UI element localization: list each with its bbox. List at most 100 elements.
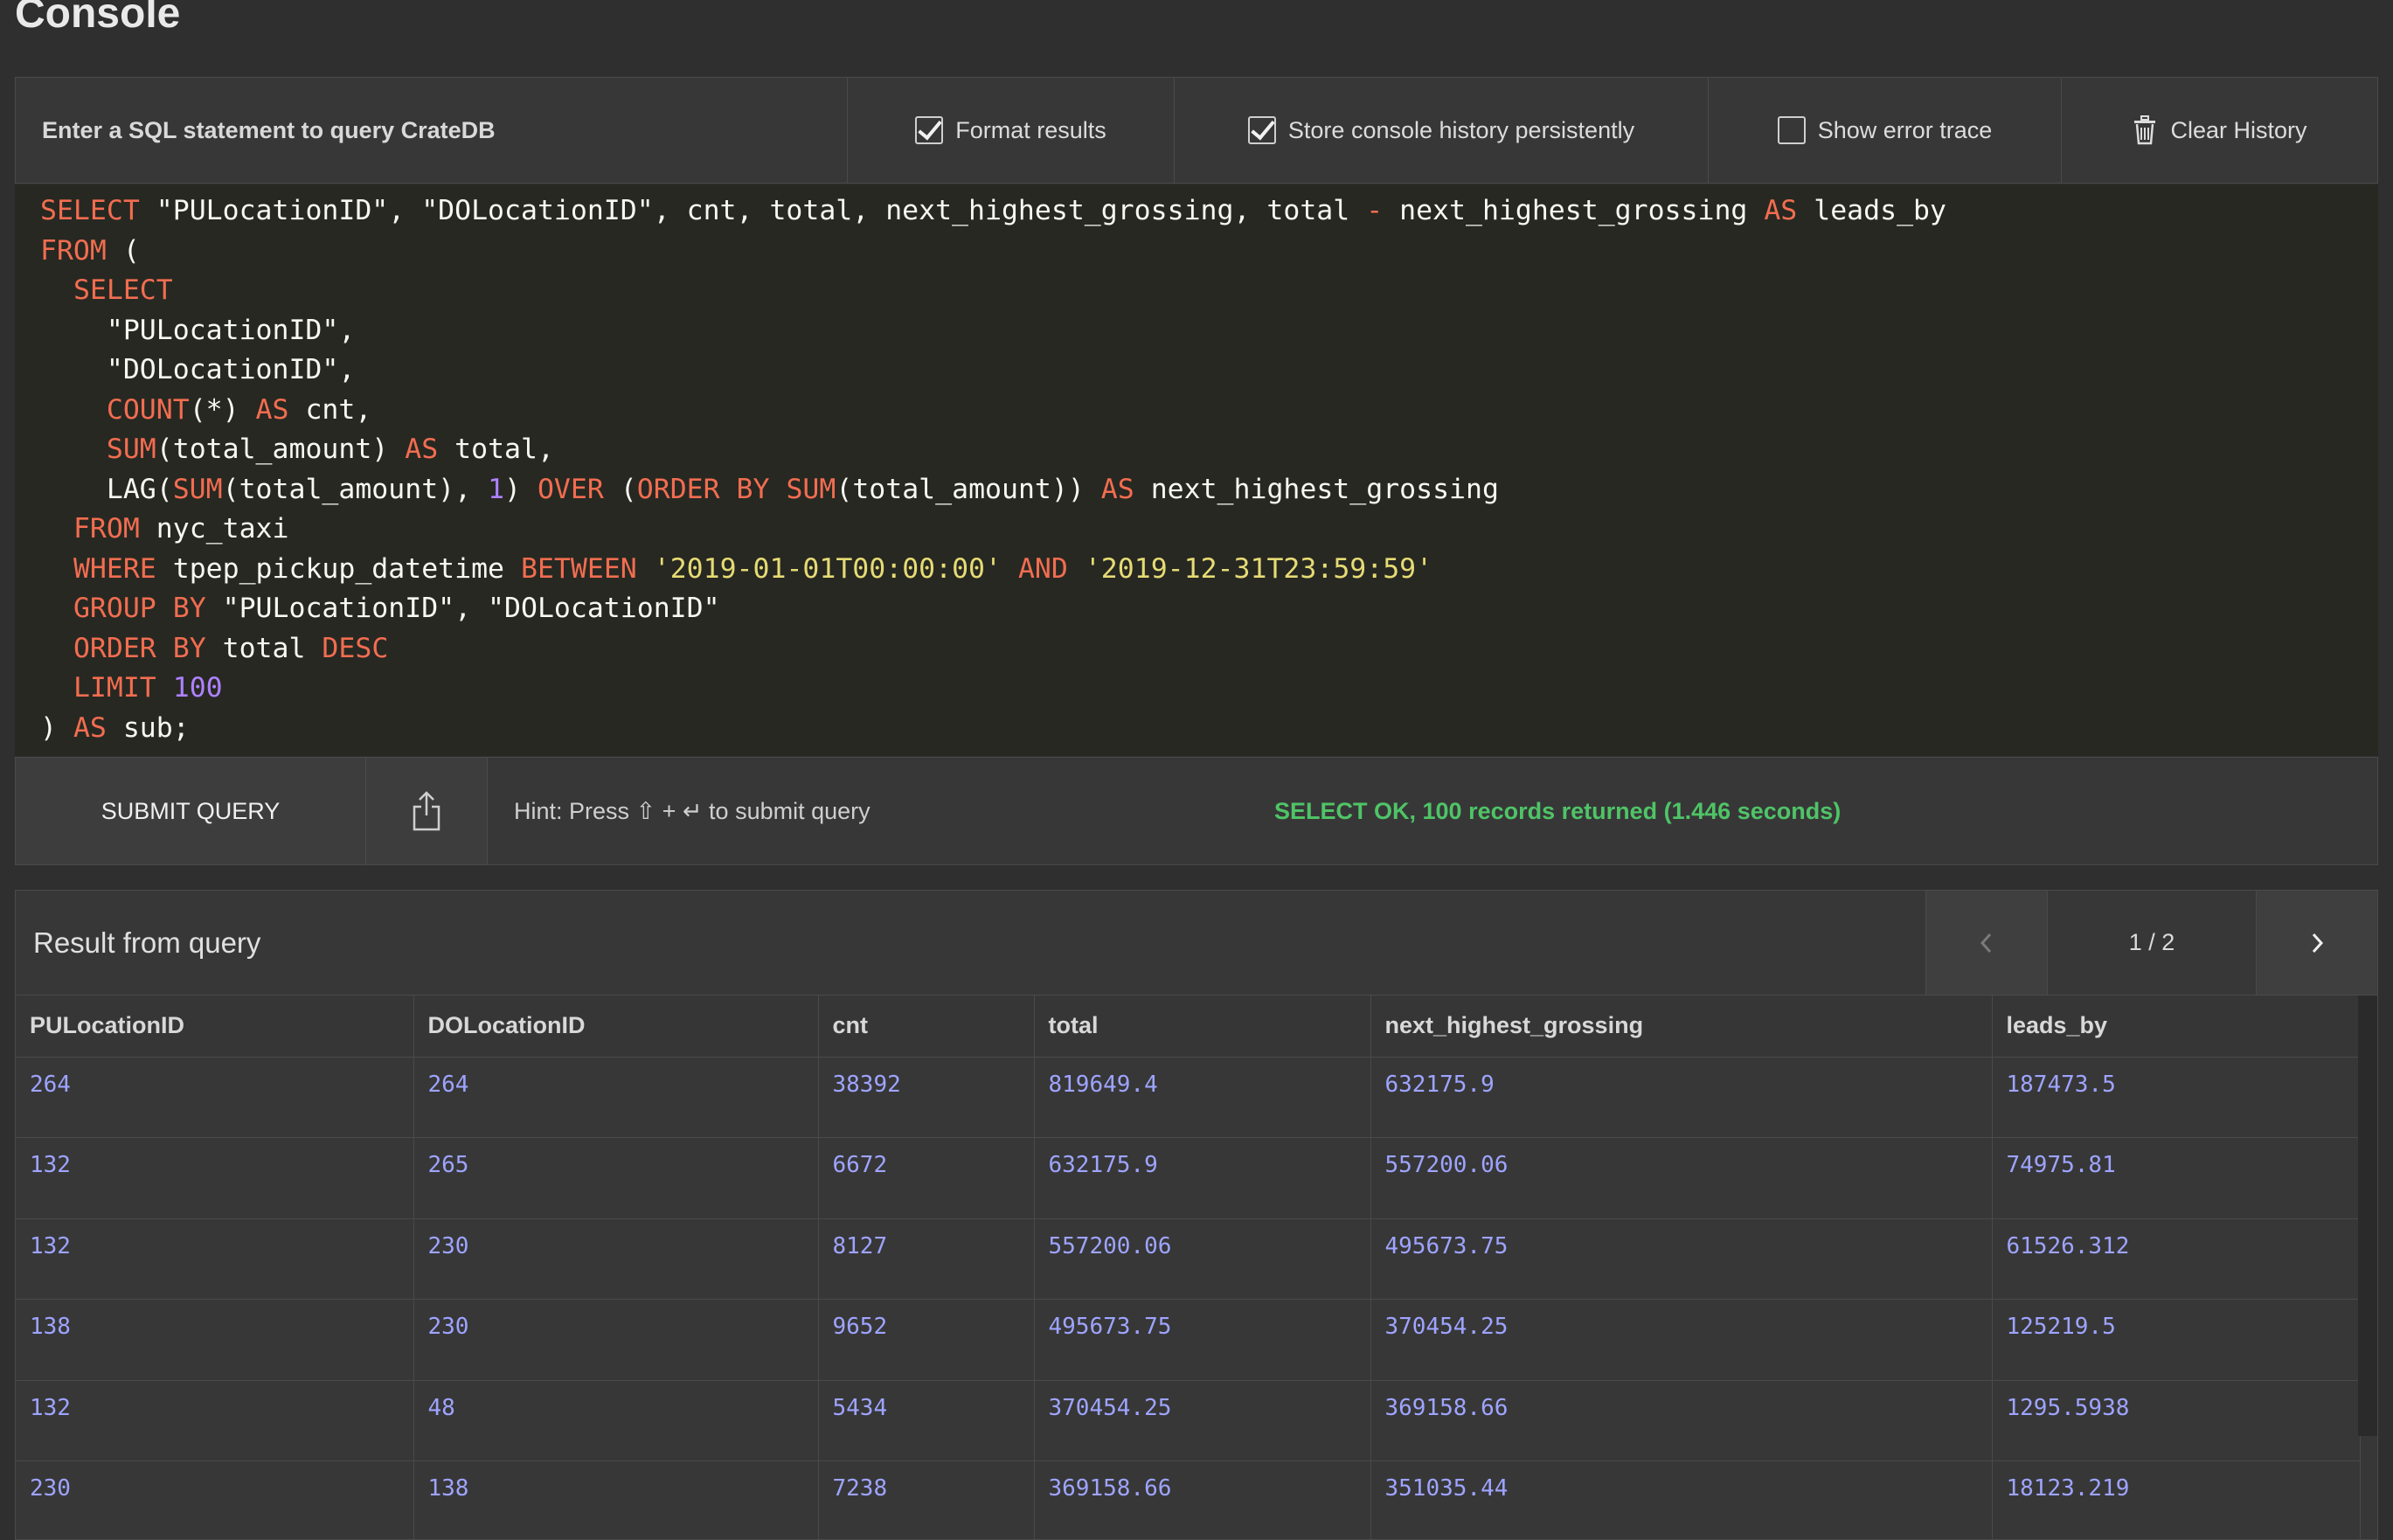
code-token: ORDER BY <box>636 473 770 505</box>
table-cell: 125219.5 <box>1992 1299 2361 1381</box>
column-header[interactable]: PULocationID <box>16 995 414 1058</box>
format-results-toggle[interactable]: Format results <box>847 78 1174 183</box>
results-table: PULocationID DOLocationID cnt total next_hig… <box>16 995 2361 1539</box>
table-cell: 230 <box>413 1299 819 1381</box>
pager-prev-button[interactable] <box>1925 891 2047 995</box>
store-history-checkbox[interactable] <box>1247 116 1276 144</box>
code-token: SELECT <box>73 274 173 306</box>
code-token: ) <box>504 473 538 505</box>
store-history-toggle[interactable]: Store console history persistently <box>1174 78 1708 183</box>
page-title: Console <box>15 0 181 37</box>
table-cell: 495673.75 <box>1034 1299 1371 1381</box>
column-header[interactable]: next_highest_grossing <box>1370 995 1993 1058</box>
table-row[interactable]: 264 264 38392 819649.4 632175.9 187473.5 <box>16 1057 2361 1138</box>
code-token: 1 <box>488 473 505 505</box>
code-token: cnt, <box>288 393 372 426</box>
results-title: Result from query <box>33 926 261 959</box>
code-token: AS <box>73 711 107 744</box>
table-cell: 264 <box>16 1057 414 1138</box>
code-line: "DOLocationID", <box>40 350 2378 391</box>
share-button[interactable] <box>366 758 488 864</box>
table-cell: 369158.66 <box>1370 1380 1993 1461</box>
column-header[interactable]: leads_by <box>1992 995 2361 1058</box>
code-line: WHERE tpep_pickup_datetime BETWEEN '2019… <box>40 550 2378 590</box>
format-results-label: Format results <box>955 116 1106 143</box>
table-cell: 557200.06 <box>1034 1218 1371 1300</box>
code-token: DESC <box>322 632 389 664</box>
pager-next-button[interactable] <box>2256 891 2377 995</box>
clear-history-label: Clear History <box>2170 116 2307 143</box>
code-token: FROM <box>40 234 107 267</box>
show-error-trace-label: Show error trace <box>1817 116 1993 143</box>
table-cell: 7238 <box>818 1460 1035 1539</box>
code-token: (total_amount) <box>156 434 406 465</box>
code-token: LAG( <box>40 473 173 505</box>
code-token: ( <box>603 473 637 505</box>
table-cell: 48 <box>413 1380 819 1461</box>
clear-history-button[interactable]: Clear History <box>2061 78 2377 183</box>
table-row[interactable]: 132 48 5434 370454.25 369158.66 1295.5938 <box>16 1380 2361 1461</box>
table-cell: 370454.25 <box>1370 1299 1993 1381</box>
table-cell: 265 <box>413 1137 819 1219</box>
format-results-checkbox[interactable] <box>915 116 944 144</box>
sql-prompt-label: Enter a SQL statement to query CrateDB <box>42 116 496 143</box>
code-token: "DOLocationID", <box>40 354 356 385</box>
code-token: next_highest_grossing <box>1134 473 1499 505</box>
column-header[interactable]: total <box>1034 995 1371 1058</box>
code-token: AS <box>1764 195 1798 226</box>
sql-editor[interactable]: SELECT "PULocationID", "DOLocationID", c… <box>15 184 2378 756</box>
table-cell: 1295.5938 <box>1992 1380 2361 1461</box>
pager-label: 1 / 2 <box>2047 891 2256 995</box>
table-row[interactable]: 230 138 7238 369158.66 351035.44 18123.219 <box>16 1460 2361 1539</box>
code-token: LIMIT <box>73 672 156 704</box>
code-line: GROUP BY "PULocationID", "DOLocationID" <box>40 589 2378 629</box>
code-token: (total_amount)) <box>836 473 1101 505</box>
table-cell: 38392 <box>818 1057 1035 1138</box>
table-cell: 264 <box>413 1057 819 1138</box>
show-error-trace-toggle[interactable]: Show error trace <box>1708 78 2061 183</box>
code-token: OVER <box>537 473 604 505</box>
submit-query-button[interactable]: SUBMIT QUERY <box>16 758 366 864</box>
code-token: tpep_pickup_datetime <box>156 552 521 585</box>
code-token: ) <box>40 711 73 744</box>
table-cell: 138 <box>413 1460 819 1539</box>
code-token: total, <box>438 434 554 465</box>
code-token: FROM <box>73 513 140 545</box>
code-token: "PULocationID", "DOLocationID" <box>205 593 720 624</box>
code-token: ( <box>106 234 140 267</box>
table-cell: 74975.81 <box>1992 1137 2361 1219</box>
table-cell: 18123.219 <box>1992 1460 2361 1539</box>
column-header[interactable]: cnt <box>818 995 1035 1058</box>
code-token: ORDER BY <box>73 632 206 664</box>
table-row[interactable]: 138 230 9652 495673.75 370454.25 125219.5 <box>16 1299 2361 1381</box>
column-header[interactable]: DOLocationID <box>413 995 819 1058</box>
code-token: AND <box>1017 552 1068 585</box>
results-scrollbar[interactable] <box>2358 995 2377 1436</box>
code-token: - <box>1366 195 1384 226</box>
table-row[interactable]: 132 265 6672 632175.9 557200.06 74975.81 <box>16 1137 2361 1219</box>
results-panel: Result from query 1 / 2 PULocationID DOLo… <box>15 890 2378 1540</box>
code-line: LIMIT 100 <box>40 669 2378 709</box>
chevron-right-icon <box>2312 933 2324 953</box>
code-line: ORDER BY total DESC <box>40 629 2378 669</box>
code-line: SELECT <box>40 271 2378 311</box>
table-cell: 495673.75 <box>1370 1218 1993 1300</box>
submit-hint: Hint: Press ⇧ + ↵ to submit query <box>514 797 870 824</box>
code-token: GROUP BY <box>73 593 206 624</box>
code-token: "PULocationID", "DOLocationID", cnt, tot… <box>139 195 1367 226</box>
results-header: Result from query 1 / 2 <box>16 891 2377 995</box>
show-error-trace-checkbox[interactable] <box>1777 116 1806 144</box>
code-token: SELECT <box>40 195 140 226</box>
table-cell: 138 <box>16 1299 414 1381</box>
table-row[interactable]: 132 230 8127 557200.06 495673.75 61526.312 <box>16 1218 2361 1300</box>
console-toolbar: Enter a SQL statement to query CrateDB F… <box>15 77 2378 184</box>
table-cell: 230 <box>16 1460 414 1539</box>
code-token: SUM <box>786 473 836 505</box>
code-token: leads_by <box>1797 195 1946 226</box>
